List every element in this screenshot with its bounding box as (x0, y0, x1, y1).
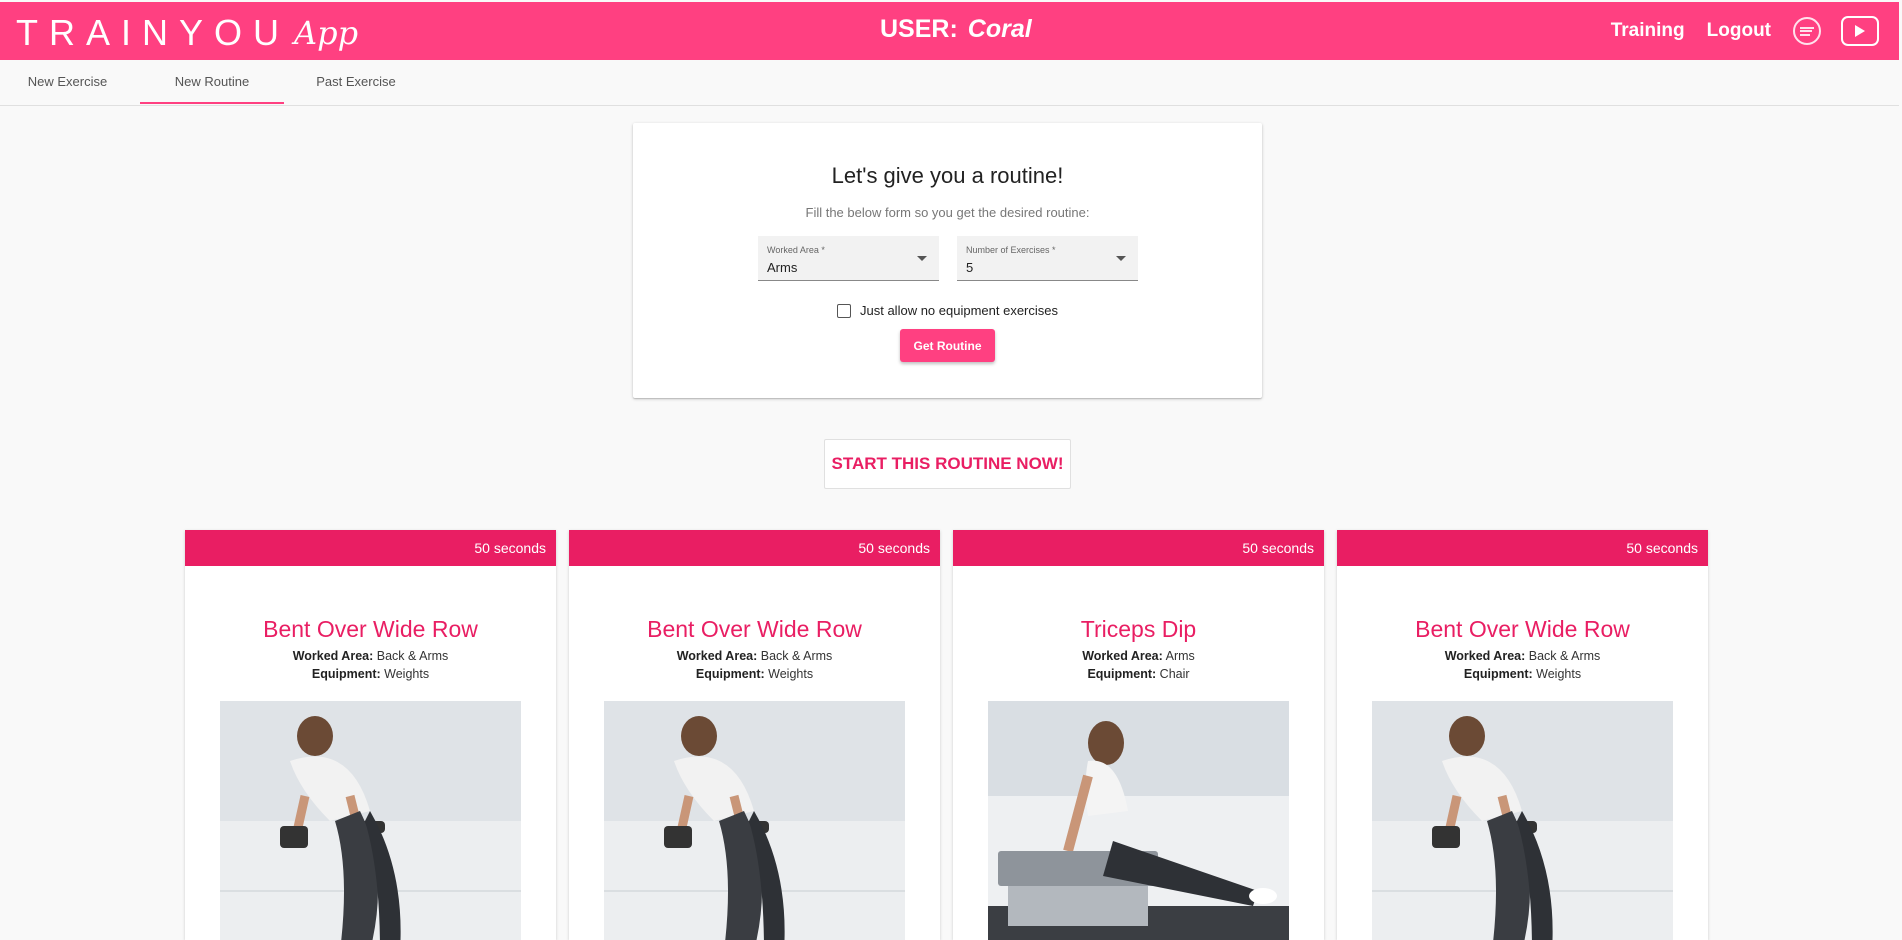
user-title: USER: Coral (880, 15, 1032, 44)
routine-form-card: Let's give you a routine! Fill the below… (633, 123, 1262, 398)
no-equipment-label[interactable]: Just allow no equipment exercises (860, 303, 1058, 318)
exercise-photo-row (220, 701, 521, 940)
equipment-label: Equipment: (1087, 667, 1157, 681)
equipment-value: Weights (384, 667, 430, 681)
exercise-duration: 50 seconds (1337, 530, 1708, 566)
top-nav: Training Logout (1611, 2, 1899, 60)
worked-area-value: Back & Arms (1528, 649, 1601, 663)
equipment-label: Equipment: (695, 667, 765, 681)
logo-script: App (294, 14, 359, 52)
worked-area-label: Worked Area: (1082, 649, 1163, 663)
equipment-value: Weights (768, 667, 814, 681)
no-equipment-checkbox[interactable] (837, 303, 851, 318)
exercise-name: Triceps Dip (1080, 616, 1197, 642)
worked-area-label: Worked Area: (1444, 649, 1526, 663)
exercise-duration: 50 seconds (185, 530, 556, 566)
user-name: Coral (967, 15, 1032, 43)
worked-area-select[interactable]: Worked Area * Arms (758, 236, 939, 281)
start-routine-button[interactable]: START THIS ROUTINE NOW! (824, 439, 1071, 489)
exercise-photo-row (1372, 701, 1673, 940)
exercise-card[interactable]: 50 seconds Bent Over Wide Row Worked Are… (569, 530, 940, 940)
worked-area-value: Back & Arms (760, 649, 833, 663)
exercise-meta: Worked Area: Back & Arms Equipment: Weig… (1337, 647, 1708, 683)
get-routine-button[interactable]: Get Routine (900, 329, 995, 362)
num-exercises-label: Number of Exercises * (966, 245, 1056, 255)
equipment-value: Chair (1159, 667, 1190, 681)
tab-past-exercise[interactable]: Past Exercise (284, 60, 428, 104)
user-label: USER: (880, 15, 958, 43)
youtube-icon[interactable] (1841, 16, 1879, 46)
exercise-name: Bent Over Wide Row (263, 616, 478, 642)
no-equipment-row: Just allow no equipment exercises (633, 303, 1262, 318)
tab-bar: New Exercise New Routine Past Exercise (0, 60, 1899, 106)
nav-logout-link[interactable]: Logout (1707, 20, 1771, 42)
num-exercises-select[interactable]: Number of Exercises * 5 (957, 236, 1138, 281)
exercise-card[interactable]: 50 seconds Bent Over Wide Row Worked Are… (185, 530, 556, 940)
worked-area-label: Worked Area: (292, 649, 374, 663)
exercise-card[interactable]: 50 seconds Triceps Dip Worked Area: Arms… (953, 530, 1324, 940)
nav-training-link[interactable]: Training (1611, 20, 1685, 42)
worked-area-label: Worked Area * (767, 245, 825, 255)
equipment-label: Equipment: (311, 667, 381, 681)
exercise-meta: Worked Area: Back & Arms Equipment: Weig… (569, 647, 940, 683)
exercise-name: Bent Over Wide Row (647, 616, 862, 642)
equipment-label: Equipment: (1463, 667, 1533, 681)
app-logo[interactable]: TRAINYOU App (16, 10, 358, 56)
app-bar: TRAINYOU App USER: Coral Training Logout (0, 2, 1899, 60)
exercise-photo-dip (988, 701, 1289, 940)
exercise-meta: Worked Area: Arms Equipment: Chair (953, 647, 1324, 683)
chevron-down-icon (917, 256, 927, 261)
worked-area-label: Worked Area: (676, 649, 758, 663)
exercise-card[interactable]: 50 seconds Bent Over Wide Row Worked Are… (1337, 530, 1708, 940)
exercise-name: Bent Over Wide Row (1415, 616, 1630, 642)
worked-area-value: Back & Arms (376, 649, 449, 663)
tab-new-exercise[interactable]: New Exercise (0, 60, 135, 104)
exercise-duration: 50 seconds (569, 530, 940, 566)
equipment-value: Weights (1536, 667, 1582, 681)
tab-new-routine[interactable]: New Routine (140, 60, 284, 104)
chevron-down-icon (1116, 256, 1126, 261)
form-subtitle: Fill the below form so you get the desir… (805, 205, 1090, 220)
exercise-duration: 50 seconds (953, 530, 1324, 566)
worked-area-value: Arms (767, 260, 798, 275)
spotify-icon[interactable] (1793, 17, 1821, 45)
num-exercises-value: 5 (966, 260, 974, 275)
exercise-photo-row (604, 701, 905, 940)
worked-area-value: Arms (1165, 649, 1195, 663)
logo-text: TRAINYOU (16, 12, 291, 53)
exercise-meta: Worked Area: Back & Arms Equipment: Weig… (185, 647, 556, 683)
form-title: Let's give you a routine! (831, 163, 1064, 188)
